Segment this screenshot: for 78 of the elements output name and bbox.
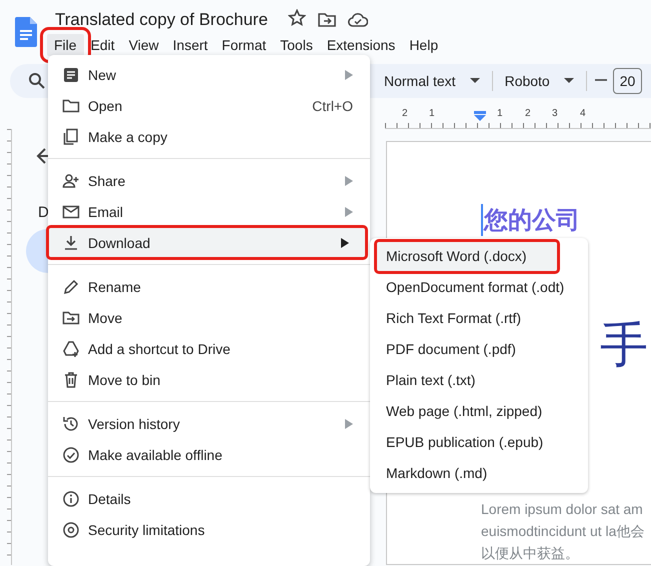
menu-item-label: Open (88, 98, 124, 114)
search-icon (28, 72, 46, 90)
folder-move-icon (318, 12, 336, 28)
body-text-line: Lorem ipsum dolor sat am (481, 500, 644, 519)
font-size-field[interactable]: 20 (612, 68, 642, 94)
menu-item-label: Add a shortcut to Drive (88, 340, 232, 356)
indent-marker-icon (474, 111, 486, 121)
menu-item-label: Download (88, 234, 152, 250)
ruler-number: 2 (525, 108, 531, 119)
document-title[interactable]: Translated copy of Brochure (55, 10, 268, 30)
star-icon (288, 8, 306, 26)
outline-heading[interactable]: D (38, 204, 50, 221)
menu-item-label: Version history (88, 416, 181, 432)
menu-item[interactable]: Make available offline (48, 439, 370, 470)
ruler-number: 4 (580, 108, 586, 119)
menu-item[interactable]: Move (48, 302, 370, 333)
ruler-number: 1 (429, 108, 435, 119)
ruler-number: 3 (552, 108, 558, 119)
menu-item[interactable]: View (122, 34, 166, 56)
download-icon (62, 234, 80, 252)
menu-item[interactable]: Microsoft Word (.docx) (376, 241, 558, 272)
paragraph-style-dropdown[interactable]: Normal text (376, 68, 488, 94)
ruler-number: 1 (497, 108, 503, 119)
menu-item[interactable]: Web page (.html, zipped) (370, 396, 588, 427)
docs-logo-icon (15, 17, 37, 47)
caret-icon (470, 78, 480, 84)
menu-item-label: Security limitations (88, 522, 206, 538)
cloud-check-icon (348, 12, 368, 28)
menu-item[interactable]: OpenDocument format (.odt) (370, 272, 588, 303)
menu-item-label: Make available offline (88, 446, 224, 462)
ruler-number: 2 (402, 108, 408, 119)
shortcut-label: Ctrl+O (312, 98, 353, 114)
menu-item[interactable]: Share (48, 165, 370, 196)
document-icon (62, 66, 80, 84)
menu-item-label: Email (88, 204, 124, 220)
menu-item[interactable]: New (48, 59, 370, 90)
font-dropdown[interactable]: Roboto (496, 68, 582, 94)
body-text-line: euismodtincidunt ut la他会 (481, 522, 644, 541)
menu-item[interactable]: Details (48, 483, 370, 514)
menu-item[interactable]: Add a shortcut to Drive (48, 333, 370, 364)
menu-item[interactable]: EPUB publication (.epub) (370, 427, 588, 458)
menu-item[interactable]: Rich Text Format (.rtf) (370, 303, 588, 334)
add-person-icon (62, 172, 80, 190)
menu-item[interactable]: Open Ctrl+O (48, 90, 370, 121)
menu-item[interactable]: File (47, 34, 84, 56)
offline-check-icon (62, 446, 80, 464)
menu-item-label: New (88, 66, 118, 82)
menu-item[interactable]: Insert (166, 34, 215, 56)
menu-item-label: Make a copy (88, 128, 168, 144)
menu-item[interactable]: Email (48, 196, 370, 227)
menu-item[interactable]: Version history (48, 408, 370, 439)
menu-item-label: Details (88, 490, 132, 506)
document-heading: 您的公司 (481, 204, 580, 236)
menu-item[interactable]: Download (48, 227, 366, 258)
menu-item[interactable]: Format (214, 34, 274, 56)
menu-item[interactable]: Plain text (.txt) (370, 365, 588, 396)
menu-item-label: Move (88, 310, 124, 326)
menu-item[interactable]: Edit (84, 34, 122, 56)
menu-item[interactable]: PDF document (.pdf) (370, 334, 588, 365)
menu-item[interactable]: Extensions (320, 34, 402, 56)
menu-item[interactable]: Make a copy (48, 121, 370, 152)
copy-icon (62, 128, 80, 146)
menu-item[interactable]: Move to bin (48, 364, 370, 395)
info-icon (62, 490, 80, 508)
body-text-line: 以便从中获益。 (481, 544, 580, 563)
trash-icon (62, 370, 80, 388)
document-title-text: 手 (600, 322, 648, 370)
menu-item[interactable]: Help (402, 34, 446, 56)
menu-item-label: Move to bin (88, 372, 162, 388)
history-icon (62, 414, 80, 432)
menu-item[interactable]: Rename (48, 271, 370, 302)
menu-item-label: Rename (88, 278, 142, 294)
pencil-icon (62, 278, 80, 296)
menu-item-label: Share (88, 172, 126, 188)
menu-item[interactable]: Markdown (.md) (370, 458, 588, 489)
menu-item[interactable]: Security limitations (48, 514, 370, 545)
menu-item[interactable]: Tools (273, 34, 320, 56)
caret-icon (564, 78, 574, 84)
